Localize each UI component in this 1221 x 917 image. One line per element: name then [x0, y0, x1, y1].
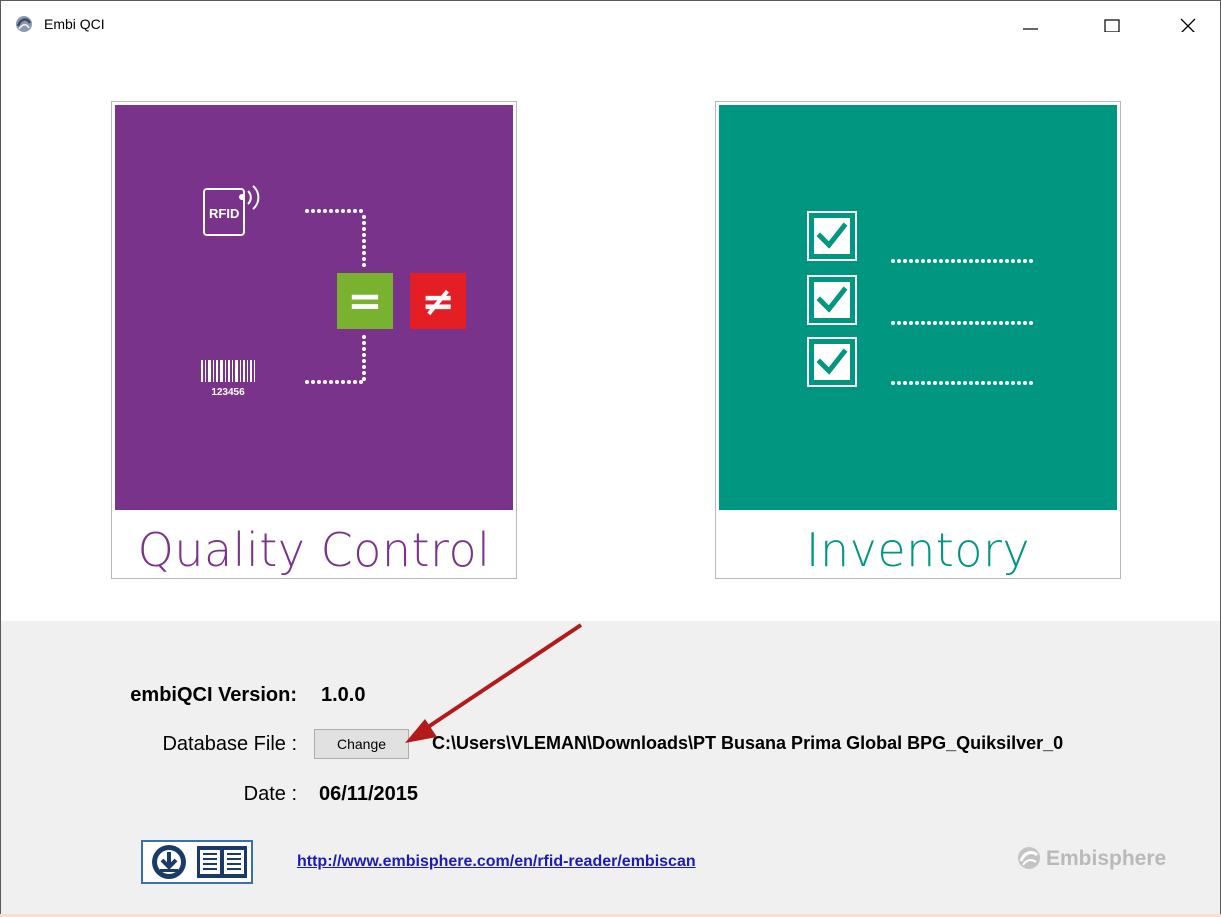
inventory-artwork	[719, 105, 1117, 510]
title-bar: Embi QCI	[1, 1, 1220, 47]
date-label: Date :	[243, 783, 297, 805]
barcode-icon: 123456	[201, 360, 255, 398]
database-file-label: Database File :	[162, 733, 297, 755]
database-path: C:\Users\VLEMAN\Downloads\PT Busana Prim…	[432, 733, 1064, 753]
svg-text:=: =	[347, 276, 382, 325]
maximize-button[interactable]	[1082, 1, 1142, 47]
inventory-label: Inventory	[805, 523, 1031, 577]
app-logo-icon	[16, 16, 32, 32]
minimize-button[interactable]	[1003, 1, 1063, 47]
download-manual-icon[interactable]	[141, 840, 253, 884]
not-equal-icon: ≠	[410, 273, 466, 329]
change-database-button[interactable]: Change	[314, 729, 409, 759]
equal-icon: =	[337, 273, 393, 329]
quality-control-artwork: RFID = ≠ 123456	[115, 105, 513, 510]
date-value: 06/11/2015	[319, 783, 418, 805]
version-value: 1.0.0	[321, 684, 366, 706]
svg-text:123456: 123456	[211, 387, 245, 398]
embiscan-url-link[interactable]: http://www.embisphere.com/en/rfid-reader…	[297, 853, 696, 871]
minimize-icon	[1023, 28, 1038, 30]
svg-text:RFID: RFID	[209, 206, 239, 221]
inventory-tile[interactable]: Inventory	[715, 101, 1121, 579]
quality-control-label: Quality Control	[137, 523, 491, 577]
embisphere-brand: Embisphere	[1046, 847, 1167, 870]
svg-text:≠: ≠	[421, 279, 455, 325]
close-button[interactable]	[1158, 1, 1218, 47]
rfid-tag-icon: RFID	[203, 185, 260, 236]
list-dots	[891, 259, 1033, 385]
window-title: Embi QCI	[44, 16, 105, 32]
app-window: Embi QCI RFID = ≠ 123456 Quality Control…	[0, 0, 1221, 917]
close-icon	[1180, 18, 1196, 32]
version-label: embiQCI Version:	[130, 684, 297, 706]
embisphere-logo-icon	[1018, 847, 1040, 869]
quality-control-tile[interactable]: RFID = ≠ 123456 Quality Control	[111, 101, 517, 579]
checklist-icon	[807, 211, 857, 387]
maximize-icon	[1104, 19, 1120, 32]
info-panel: embiQCI Version: 1.0.0 Database File : C…	[1, 621, 1220, 916]
